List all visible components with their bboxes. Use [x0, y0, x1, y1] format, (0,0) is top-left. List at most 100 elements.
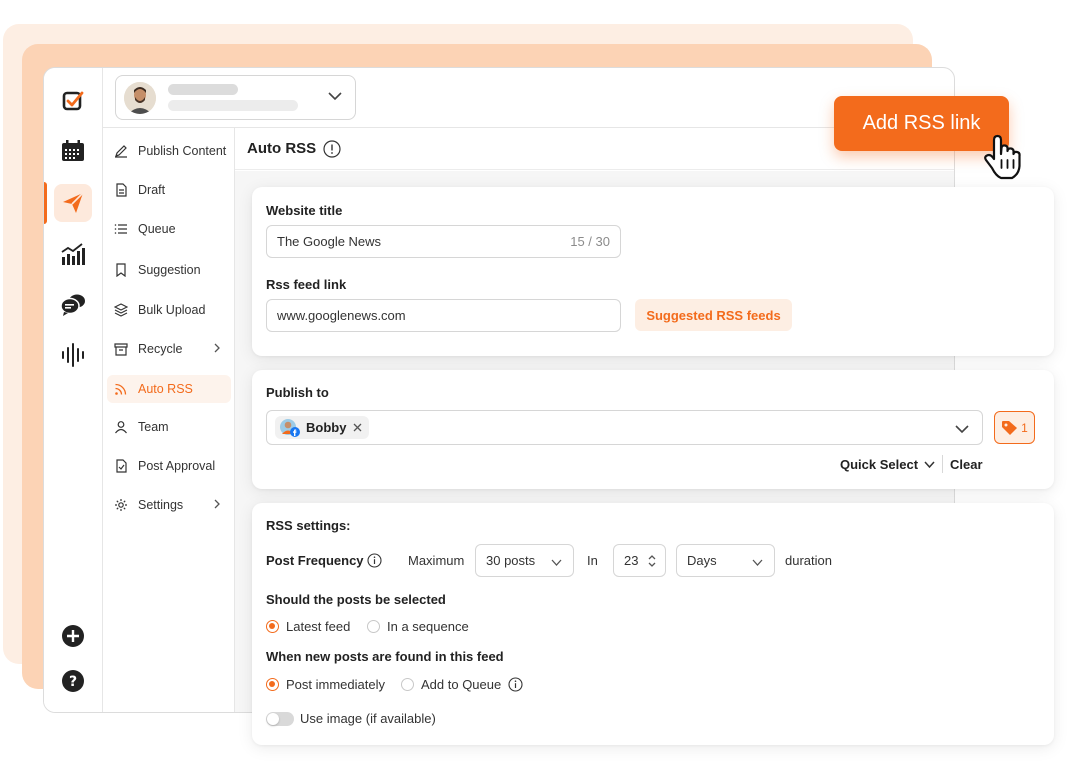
found-heading: When new posts are found in this feed	[266, 649, 504, 664]
menu-item-auto-rss[interactable]: Auto RSS	[107, 375, 231, 403]
menu-item-suggestion[interactable]: Suggestion	[107, 256, 231, 284]
info-icon[interactable]	[323, 139, 341, 158]
menu-item-recycle[interactable]: Recycle	[107, 335, 231, 363]
tag-count: 1	[1021, 420, 1028, 435]
brand-logo-icon[interactable]	[54, 82, 92, 120]
rss-settings-card: RSS settings: Post Frequency Maximum 30 …	[252, 503, 1054, 745]
website-title-input[interactable]: The Google News 15 / 30	[266, 225, 621, 258]
pen-icon	[113, 143, 129, 159]
quick-select-row: Quick Select Clear	[840, 455, 983, 473]
interval-unit-select[interactable]: Days	[676, 544, 775, 577]
menu-item-queue[interactable]: Queue	[107, 215, 231, 243]
document-icon	[113, 182, 129, 198]
char-counter: 15 / 30	[570, 234, 610, 249]
avatar	[124, 82, 156, 114]
plus-circle-icon[interactable]	[54, 617, 92, 655]
chevron-down-icon	[954, 421, 970, 437]
rss-feed-input[interactable]: www.googlenews.com	[266, 299, 621, 332]
use-image-toggle[interactable]	[266, 712, 294, 726]
interval-number-stepper[interactable]: 23	[613, 544, 666, 577]
in-sequence-label: In a sequence	[387, 619, 469, 634]
use-image-label: Use image (if available)	[300, 711, 436, 726]
menu-item-label: Suggestion	[138, 263, 201, 277]
chat-icon[interactable]	[54, 286, 92, 324]
menu-item-label: Draft	[138, 183, 166, 197]
tag-icon	[1001, 420, 1018, 435]
duration-label: duration	[785, 553, 832, 568]
menu-item-bulk-upload[interactable]: Bulk Upload	[107, 296, 231, 324]
divider	[942, 455, 944, 473]
menu-item-label: Recycle	[138, 342, 183, 356]
archive-icon	[113, 341, 129, 357]
publish-to-card: Publish to Bobby 1 Quick Select Clear	[252, 370, 1054, 489]
info-icon[interactable]	[367, 553, 382, 568]
chip-label: Bobby	[306, 420, 347, 435]
suggested-rss-feeds-button[interactable]: Suggested RSS feeds	[635, 299, 792, 331]
calendar-icon[interactable]	[54, 132, 92, 170]
clear-button[interactable]: Clear	[950, 457, 983, 472]
menu-item-publish-content[interactable]: Publish Content	[107, 137, 231, 165]
page-title: Auto RSS	[247, 140, 317, 157]
top-bar	[103, 68, 954, 128]
menu-item-label: Bulk Upload	[138, 303, 206, 317]
chevron-right-icon	[211, 342, 223, 357]
rss-feed-value: www.googlenews.com	[277, 308, 406, 323]
info-icon[interactable]	[508, 677, 523, 692]
account-handle-placeholder	[168, 100, 298, 111]
chevron-down-icon	[550, 556, 563, 572]
latest-feed-radio[interactable]	[266, 620, 279, 633]
stepper-arrows-icon[interactable]	[647, 553, 657, 569]
menu-item-settings[interactable]: Settings	[107, 491, 231, 519]
send-icon[interactable]	[54, 184, 92, 222]
post-immediately-label: Post immediately	[286, 677, 385, 692]
add-to-queue-label: Add to Queue	[421, 677, 502, 692]
approval-icon	[113, 458, 129, 474]
account-chip[interactable]: Bobby	[275, 416, 370, 439]
close-icon[interactable]	[353, 423, 362, 432]
menu-item-label: Auto RSS	[138, 382, 193, 396]
toggle-knob	[267, 713, 279, 725]
website-title-label: Website title	[266, 203, 343, 218]
posts-count-select[interactable]: 30 posts	[475, 544, 574, 577]
menu-item-label: Post Approval	[138, 459, 216, 473]
posts-count-value: 30 posts	[486, 553, 536, 568]
add-to-queue-radio[interactable]	[401, 678, 414, 691]
in-label: In	[587, 553, 598, 568]
list-icon	[113, 221, 129, 237]
svg-text:?: ?	[69, 674, 77, 690]
website-card: Website title The Google News 15 / 30 Rs…	[252, 187, 1054, 356]
account-name-placeholder	[168, 84, 238, 95]
menu-item-label: Publish Content	[138, 144, 227, 158]
rss-feed-label: Rss feed link	[266, 277, 347, 292]
latest-feed-label: Latest feed	[286, 619, 351, 634]
post-immediately-radio[interactable]	[266, 678, 279, 691]
quick-select-button[interactable]: Quick Select	[840, 457, 918, 472]
menu-item-team[interactable]: Team	[107, 413, 231, 441]
tag-button[interactable]: 1	[994, 411, 1035, 444]
maximum-label: Maximum	[408, 553, 465, 568]
menu-item-label: Queue	[138, 222, 176, 236]
rss-settings-heading: RSS settings:	[266, 518, 351, 533]
in-sequence-radio[interactable]	[367, 620, 380, 633]
audio-wave-icon[interactable]	[54, 336, 92, 374]
icon-rail: ?	[44, 68, 103, 712]
menu-item-post-approval[interactable]: Post Approval	[107, 452, 231, 480]
analytics-icon[interactable]	[54, 236, 92, 274]
chevron-down-icon	[923, 458, 936, 471]
user-icon	[113, 419, 129, 435]
account-multiselect[interactable]: Bobby	[266, 410, 983, 445]
hand-cursor-icon	[982, 134, 1030, 182]
sub-menu: Publish Content Draft Queue Suggestion B…	[103, 128, 235, 712]
add-rss-link-label: Add RSS link	[862, 112, 981, 134]
account-avatar-facebook	[279, 418, 301, 438]
chevron-down-icon	[751, 556, 764, 572]
chevron-down-icon	[327, 88, 343, 109]
menu-item-label: Team	[138, 420, 169, 434]
menu-item-label: Settings	[138, 498, 184, 512]
publish-to-label: Publish to	[266, 385, 329, 400]
menu-item-draft[interactable]: Draft	[107, 176, 231, 204]
website-title-value: The Google News	[277, 234, 382, 249]
help-icon[interactable]: ?	[54, 662, 92, 700]
account-selector[interactable]	[115, 75, 356, 120]
interval-unit-value: Days	[687, 553, 717, 568]
